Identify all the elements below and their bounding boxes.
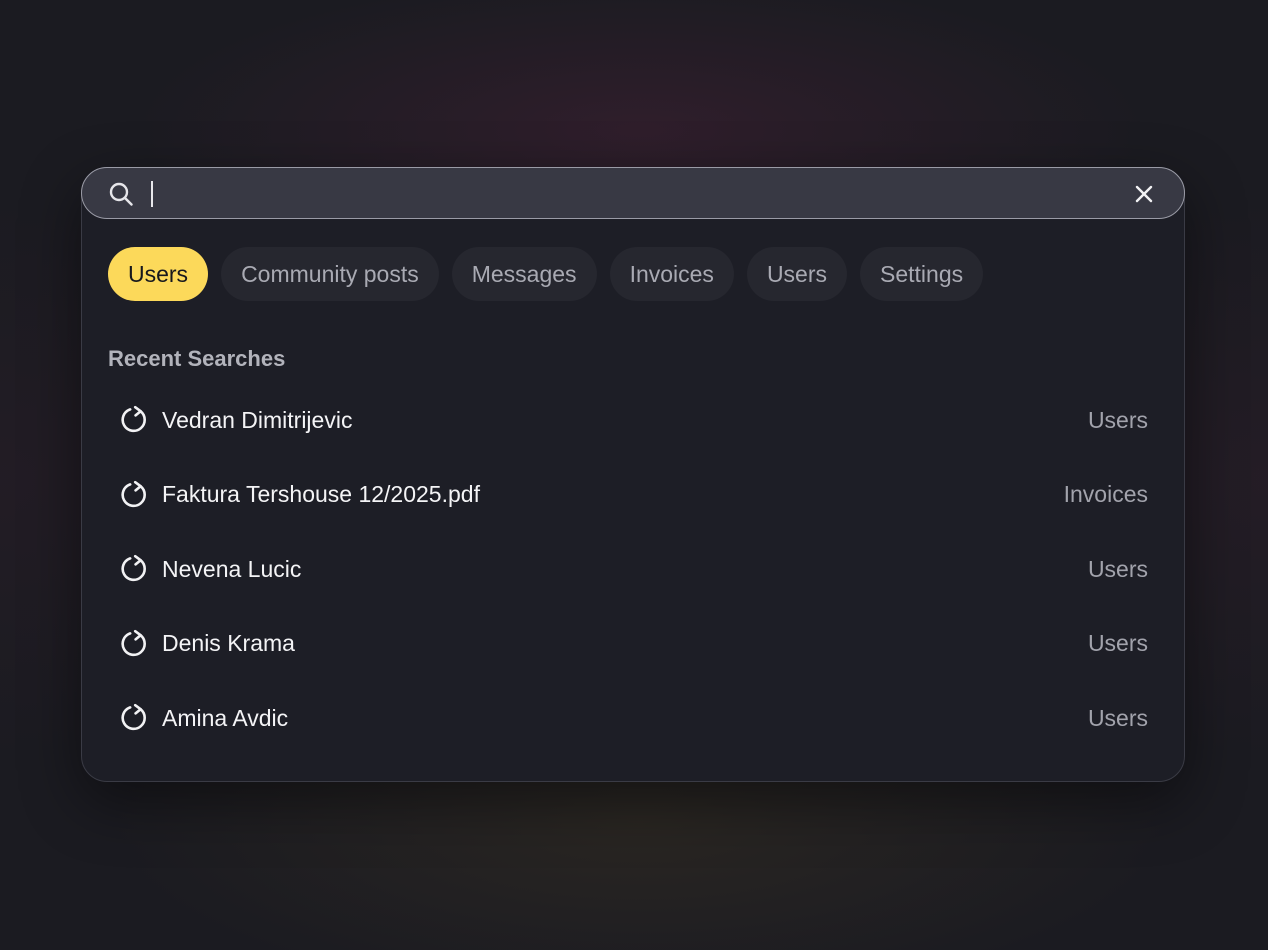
recent-search-category: Users — [1087, 630, 1148, 657]
recent-search-category: Users — [1087, 406, 1148, 433]
recent-search-item[interactable]: Amina Avdic Users — [108, 681, 1160, 756]
recent-search-item[interactable]: Vedran Dimitrijevic Users — [108, 383, 1160, 458]
filter-chip-users-2[interactable]: Users — [746, 247, 847, 301]
history-icon — [119, 480, 149, 510]
history-icon — [119, 405, 149, 435]
recent-search-item[interactable]: Denis Krama Users — [108, 607, 1160, 682]
recent-search-category: Invoices — [1063, 481, 1148, 508]
filter-chip-community-posts[interactable]: Community posts — [221, 247, 439, 301]
recent-search-label: Faktura Tershouse 12/2025.pdf — [162, 481, 480, 508]
history-icon — [119, 703, 149, 733]
search-input[interactable] — [150, 176, 1110, 210]
recent-search-category: Users — [1087, 704, 1148, 731]
recent-search-item[interactable]: Faktura Tershouse 12/2025.pdf Invoices — [108, 458, 1160, 533]
recent-search-item[interactable]: Nevena Lucic Users — [108, 532, 1160, 607]
recent-search-category: Users — [1087, 555, 1148, 582]
history-icon — [119, 629, 149, 659]
recent-searches-list: Vedran Dimitrijevic Users Faktura Tersho… — [108, 383, 1160, 756]
filter-chip-settings[interactable]: Settings — [860, 247, 984, 301]
recent-search-label: Denis Krama — [162, 630, 295, 657]
clear-search-button[interactable] — [1130, 180, 1158, 208]
filter-chip-invoices[interactable]: Invoices — [609, 247, 734, 301]
search-icon — [108, 181, 134, 207]
filter-chips: Users Community posts Messages Invoices … — [108, 247, 984, 301]
search-bar[interactable] — [81, 167, 1185, 219]
close-icon — [1135, 185, 1153, 203]
recent-search-label: Vedran Dimitrijevic — [162, 406, 353, 433]
text-caret — [151, 181, 153, 207]
search-panel: Users Community posts Messages Invoices … — [81, 167, 1185, 782]
recent-searches-title: Recent Searches — [108, 346, 286, 371]
recent-search-label: Nevena Lucic — [162, 555, 302, 582]
history-icon — [119, 554, 149, 584]
filter-chip-users[interactable]: Users — [108, 247, 209, 301]
filter-chip-messages[interactable]: Messages — [451, 247, 597, 301]
recent-search-label: Amina Avdic — [162, 704, 289, 731]
